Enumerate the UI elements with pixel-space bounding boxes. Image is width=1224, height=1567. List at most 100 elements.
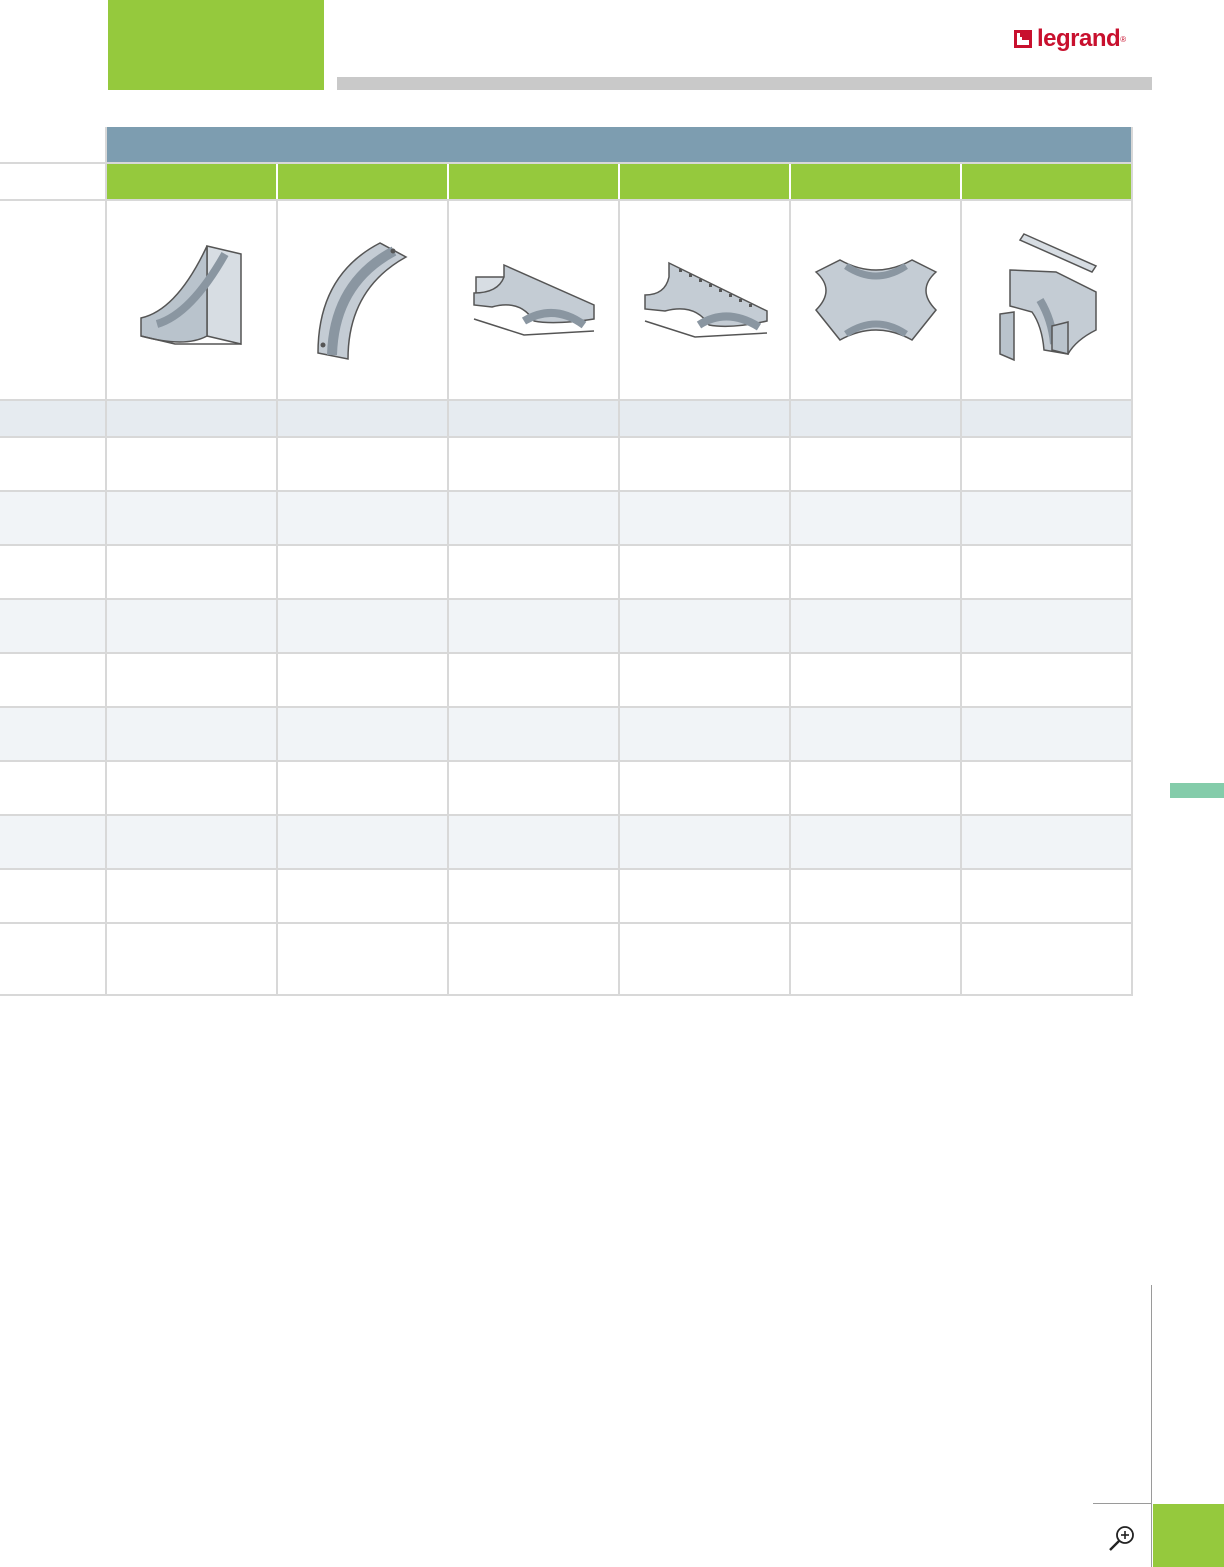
table-row	[0, 816, 1133, 870]
column-header-row	[0, 164, 1133, 201]
vertical-inside-bend-icon	[139, 245, 242, 345]
row-label-cell	[0, 600, 107, 652]
tee-fitting-icon	[472, 263, 595, 336]
table-cell	[107, 816, 278, 868]
table-cell	[962, 600, 1133, 652]
table-cell	[449, 708, 620, 760]
table-cell	[620, 870, 791, 922]
column-header	[449, 164, 620, 199]
row-label-cell	[0, 546, 107, 598]
table-row	[0, 654, 1133, 708]
table-cell	[791, 762, 962, 814]
header-accent-block	[108, 0, 324, 90]
table-cell	[278, 654, 449, 706]
row-label-cell	[0, 438, 107, 490]
table-cell	[107, 492, 278, 544]
product-image-cell	[962, 201, 1133, 399]
table-cell	[791, 816, 962, 868]
table-cell	[962, 708, 1133, 760]
table-cell	[620, 924, 791, 994]
table-cell	[107, 600, 278, 652]
table-cell	[449, 924, 620, 994]
table-cell	[278, 816, 449, 868]
table-cell	[278, 438, 449, 490]
table-cell	[962, 762, 1133, 814]
footer-vertical-rule	[1151, 1285, 1152, 1567]
table-cell	[791, 546, 962, 598]
table-cell	[791, 708, 962, 760]
table-cell	[620, 600, 791, 652]
table-cell	[620, 762, 791, 814]
table-cell	[278, 492, 449, 544]
table-cell	[962, 546, 1133, 598]
table-cell	[278, 762, 449, 814]
table-cell	[107, 654, 278, 706]
table-cell	[620, 492, 791, 544]
product-image-cell	[791, 201, 962, 399]
product-image-cell	[107, 201, 278, 399]
perforated-tee-fitting-icon	[643, 261, 768, 338]
table-cell	[620, 816, 791, 868]
registered-mark: ®	[1120, 34, 1127, 44]
column-header	[620, 164, 791, 199]
footer-horizontal-rule	[1093, 1503, 1151, 1504]
table-cell	[620, 708, 791, 760]
table-row	[0, 401, 1133, 438]
table-cell	[449, 492, 620, 544]
table-cell	[278, 401, 449, 436]
table-cell	[791, 924, 962, 994]
table-header-row	[0, 127, 1133, 164]
product-image-row	[0, 201, 1133, 401]
table-row	[0, 924, 1133, 996]
section-tab[interactable]	[1170, 783, 1224, 798]
table-cell	[278, 924, 449, 994]
zoom-in-icon[interactable]	[1107, 1523, 1137, 1553]
product-image-cell	[449, 201, 620, 399]
table-cell	[107, 708, 278, 760]
column-header	[107, 164, 278, 199]
table-row	[0, 870, 1133, 924]
row-label-cell	[0, 401, 107, 436]
table-row	[0, 438, 1133, 492]
column-label-cell	[0, 164, 107, 199]
table-cell	[449, 401, 620, 436]
legrand-logo: legrand ®	[1014, 26, 1126, 52]
row-label-cell	[0, 924, 107, 994]
product-image-cell	[620, 201, 791, 399]
row-label-cell	[0, 654, 107, 706]
table-cell	[278, 546, 449, 598]
table-row	[0, 492, 1133, 546]
column-header	[278, 164, 449, 199]
header-rule	[337, 77, 1152, 90]
table-cell	[962, 401, 1133, 436]
row-label-cell	[0, 708, 107, 760]
header-label-cell	[0, 127, 107, 162]
logo-wordmark: legrand	[1037, 25, 1121, 52]
table-cell	[278, 600, 449, 652]
column-header	[791, 164, 962, 199]
table-cell	[620, 546, 791, 598]
table-cell	[107, 762, 278, 814]
table-cell	[962, 654, 1133, 706]
table-cell	[962, 924, 1133, 994]
table-cell	[107, 870, 278, 922]
table-cell	[791, 654, 962, 706]
table-title-bar	[107, 127, 1133, 162]
row-label-cell	[0, 870, 107, 922]
table-row	[0, 600, 1133, 654]
table-cell	[449, 438, 620, 490]
product-image-cell	[278, 201, 449, 399]
table-cell	[791, 492, 962, 544]
table-cell	[107, 438, 278, 490]
row-label-cell	[0, 816, 107, 868]
table-cell	[107, 924, 278, 994]
product-table	[0, 127, 1133, 996]
table-cell	[791, 600, 962, 652]
cross-fitting-icon	[814, 259, 937, 341]
table-cell	[962, 816, 1133, 868]
table-cell	[620, 654, 791, 706]
table-cell	[620, 401, 791, 436]
table-cell	[620, 438, 791, 490]
table-cell	[107, 546, 278, 598]
exploded-tee-with-cover-icon	[998, 233, 1097, 362]
